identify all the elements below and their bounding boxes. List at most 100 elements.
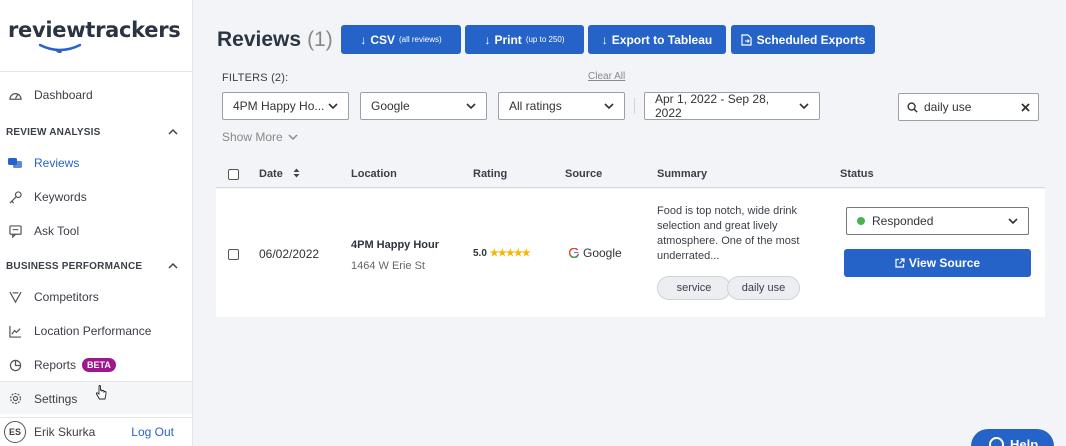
filter-divider xyxy=(634,98,635,114)
date-range-select[interactable]: Apr 1, 2022 - Sep 28, 2022 xyxy=(644,92,820,120)
chevron-down-icon xyxy=(799,102,809,109)
tag-chip[interactable]: service xyxy=(657,276,731,300)
sidebar-item-label: Settings xyxy=(34,391,78,406)
chevron-down-icon xyxy=(1008,217,1018,224)
location-name[interactable]: 4PM Happy Hour xyxy=(351,239,439,251)
logo[interactable]: reviewtrackers xyxy=(0,0,192,72)
csv-export-button[interactable]: ↓ CSV (all reviews) xyxy=(341,25,461,54)
help-label: Help xyxy=(1010,437,1039,446)
column-date[interactable]: Date xyxy=(259,168,300,180)
button-note: (all reviews) xyxy=(399,35,442,44)
section-heading: BUSINESS PERFORMANCE xyxy=(6,260,143,272)
user-row: ES Erik Skurka Log Out xyxy=(0,417,192,446)
select-all-checkbox[interactable] xyxy=(228,169,239,180)
section-heading: REVIEW ANALYSIS xyxy=(6,126,101,138)
location-filter-select[interactable]: 4PM Happy Ho... xyxy=(222,92,349,120)
review-location: 4PM Happy Hour 1464 W Erie St xyxy=(351,239,439,272)
star-rating-icon: ★★★★★ xyxy=(489,248,531,259)
page-title: Reviews (1) xyxy=(217,28,333,52)
sidebar-item-label: Location Performance xyxy=(34,324,152,338)
chevron-up-icon xyxy=(168,128,178,135)
hand-cursor-icon xyxy=(95,385,107,400)
select-value: All ratings xyxy=(509,99,562,113)
pie-chart-icon xyxy=(8,358,22,372)
button-label: Scheduled Exports xyxy=(756,32,866,47)
sidebar-item-label: Reviews xyxy=(34,156,80,170)
sidebar-item-dashboard[interactable]: Dashboard xyxy=(0,78,192,112)
scheduled-exports-button[interactable]: Scheduled Exports xyxy=(731,25,875,54)
help-button[interactable]: Help xyxy=(971,429,1054,446)
chevron-down-icon xyxy=(604,102,614,109)
button-note: (up to 250) xyxy=(525,35,565,44)
rating-filter-select[interactable]: All ratings xyxy=(498,92,625,120)
sidebar-item-competitors[interactable]: Competitors xyxy=(0,280,192,314)
section-review-analysis[interactable]: REVIEW ANALYSIS xyxy=(0,118,192,146)
main-content: Reviews (1) ↓ CSV (all reviews) ↓ Print (up t… xyxy=(193,0,1066,446)
table-header: Date Location Rating Source Summary Stat… xyxy=(216,160,1045,188)
chart-line-icon xyxy=(8,324,22,338)
gear-icon xyxy=(8,392,22,406)
review-summary[interactable]: Food is top notch, wide drink selection … xyxy=(657,204,817,264)
sidebar-item-location-performance[interactable]: Location Performance xyxy=(0,314,192,348)
sidebar-item-reviews[interactable]: Reviews xyxy=(0,146,192,180)
column-rating: Rating xyxy=(473,168,508,180)
status-select[interactable]: Responded xyxy=(846,207,1029,235)
select-value: Apr 1, 2022 - Sep 28, 2022 xyxy=(655,92,770,120)
rating-value: 5.0 xyxy=(473,248,487,259)
avatar[interactable]: ES xyxy=(4,421,26,443)
arrow-down-icon: ↓ xyxy=(360,32,367,47)
column-summary: Summary xyxy=(657,168,708,180)
dashboard-icon xyxy=(8,88,22,102)
arrow-down-icon: ↓ xyxy=(601,32,608,47)
source-name: Google xyxy=(583,246,622,260)
review-date: 06/02/2022 xyxy=(259,247,320,261)
column-label: Date xyxy=(259,168,283,180)
section-business-performance[interactable]: BUSINESS PERFORMANCE xyxy=(0,252,192,280)
chevron-down-icon xyxy=(288,134,298,140)
sidebar-item-label: Reports xyxy=(34,358,77,372)
show-more-toggle[interactable]: Show More xyxy=(222,130,298,144)
tag-chip[interactable]: daily use xyxy=(727,276,800,300)
sidebar-item-label: Competitors xyxy=(34,290,99,304)
logo-text: reviewtrackers xyxy=(8,18,181,42)
review-rating: 5.0 ★★★★★ xyxy=(473,248,531,259)
button-label: Print xyxy=(494,32,522,47)
view-source-button[interactable]: View Source xyxy=(844,249,1031,277)
beta-badge: BETA xyxy=(82,358,116,372)
sidebar-item-keywords[interactable]: Keywords xyxy=(0,180,192,214)
clear-all-link[interactable]: Clear All xyxy=(588,71,625,82)
logo-smile-icon xyxy=(38,43,82,53)
search-input[interactable] xyxy=(924,100,1016,114)
logout-link[interactable]: Log Out xyxy=(131,425,174,439)
location-address: 1464 W Erie St xyxy=(351,260,425,272)
export-tableau-button[interactable]: ↓ Export to Tableau xyxy=(588,25,726,54)
external-link-icon xyxy=(895,258,905,268)
sidebar: reviewtrackers Dashboard REVIEW ANALYSIS… xyxy=(0,0,193,446)
sidebar-item-label: Dashboard xyxy=(34,88,93,102)
column-status: Status xyxy=(840,168,874,180)
clear-search-icon[interactable] xyxy=(1021,102,1030,112)
row-checkbox[interactable] xyxy=(228,249,239,260)
source-filter-select[interactable]: Google xyxy=(360,92,487,120)
search-box xyxy=(898,93,1039,121)
chevron-down-icon xyxy=(328,102,338,109)
sort-icon xyxy=(293,168,300,178)
help-icon xyxy=(989,437,1004,446)
reviews-icon xyxy=(8,156,22,170)
sidebar-item-reports[interactable]: Reports BETA xyxy=(0,348,192,382)
review-source: Google xyxy=(569,246,622,260)
chat-icon xyxy=(8,224,22,238)
print-button[interactable]: ↓ Print (up to 250) xyxy=(465,25,584,54)
file-export-icon xyxy=(741,33,752,46)
button-label: View Source xyxy=(908,256,981,270)
key-icon xyxy=(8,190,22,204)
sidebar-item-ask-tool[interactable]: Ask Tool xyxy=(0,214,192,248)
select-value: Google xyxy=(371,99,410,113)
button-label: Export to Tableau xyxy=(611,32,713,47)
google-icon xyxy=(569,248,579,258)
select-value: 4PM Happy Ho... xyxy=(233,99,325,113)
table-row: 06/02/2022 4PM Happy Hour 1464 W Erie St… xyxy=(216,189,1045,317)
page-title-text: Reviews xyxy=(217,28,302,51)
chevron-up-icon xyxy=(168,262,178,269)
sidebar-item-label: Ask Tool xyxy=(34,224,80,238)
